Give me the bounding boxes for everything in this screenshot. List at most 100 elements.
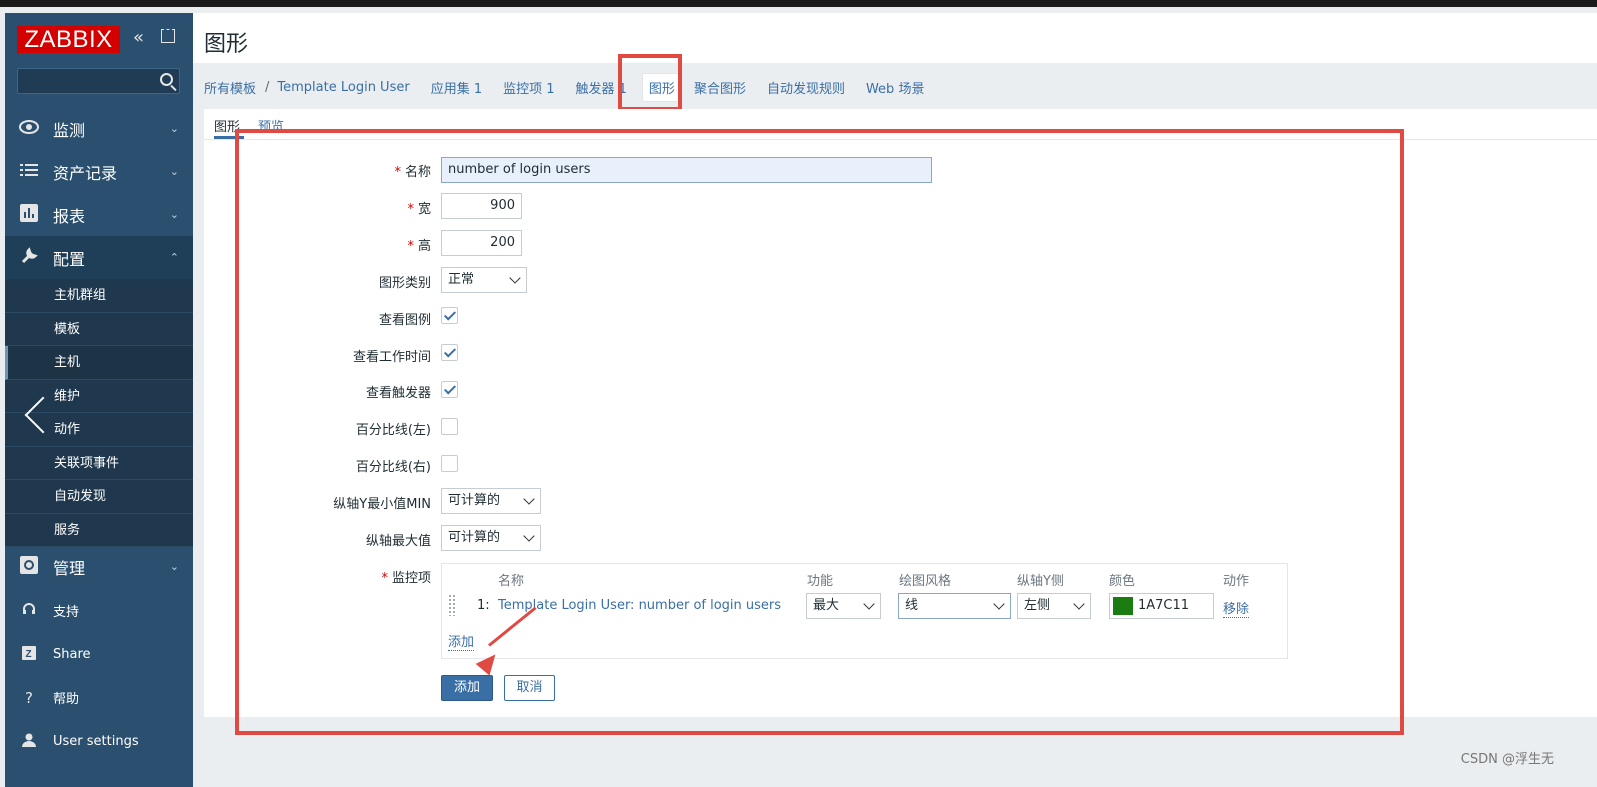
kiosk-mode-icon[interactable] — [161, 29, 175, 43]
col-color: 颜色 — [1109, 574, 1136, 589]
bar-chart-icon — [5, 203, 53, 226]
main-menu: 监测 ⌄ 资产记录 ⌄ 报表 ⌄ 配置 ⌃ 主机群组 模板 主机 维护 动作 关… — [5, 107, 193, 547]
y-min-label: 纵轴Y最小值MIN — [333, 497, 431, 512]
item-name-link[interactable]: Template Login User: number of login use… — [498, 598, 781, 613]
search-input[interactable] — [17, 68, 180, 94]
header-band — [193, 13, 1597, 63]
add-item-link[interactable]: 添加 — [448, 631, 475, 651]
chevron-down-icon: ⌄ — [169, 560, 179, 573]
menu-administration[interactable]: 管理 ⌄ — [5, 544, 193, 589]
color-input[interactable]: 1A7C11 — [1109, 593, 1214, 619]
menu-reports[interactable]: 报表 ⌄ — [5, 193, 193, 236]
row-index: 1: — [477, 598, 490, 613]
menu-user-settings[interactable]: User settings — [5, 720, 193, 764]
wrench-icon — [5, 246, 53, 269]
chevron-down-icon — [523, 530, 535, 542]
breadcrumb-template[interactable]: Template Login User — [277, 80, 409, 95]
chevron-down-icon — [993, 598, 1005, 610]
sidebar: ZABBIX « 监测 ⌄ 资产记录 ⌄ 报表 ⌄ 配置 ⌃ 主机群组 模板 主… — [5, 13, 193, 787]
svg-text:Z: Z — [26, 649, 32, 660]
menu-label: User settings — [53, 733, 139, 749]
lower-menu: 管理 ⌄ 支持 Z Share ? 帮助 User settings — [5, 544, 193, 763]
draw-style-select[interactable]: 线 — [898, 593, 1011, 619]
y-max-select[interactable]: 可计算的 — [441, 525, 541, 551]
graph-type-select[interactable]: 正常 — [441, 267, 527, 293]
chevron-down-icon — [1073, 598, 1085, 610]
menu-label: 帮助 — [53, 692, 80, 708]
col-action: 动作 — [1223, 574, 1250, 589]
percentile-left-checkbox[interactable] — [441, 418, 458, 435]
menu-label: 报表 — [53, 206, 86, 226]
chevron-down-icon — [523, 493, 535, 505]
menu-label: 监测 — [53, 120, 86, 140]
menu-label: 管理 — [53, 558, 86, 578]
menu-support[interactable]: 支持 — [5, 589, 193, 633]
function-select[interactable]: 最大 — [806, 593, 881, 619]
graph-type-label: 图形类别 — [378, 276, 431, 291]
width-input[interactable]: 900 — [441, 193, 522, 219]
eye-icon — [5, 119, 53, 138]
page-title: 图形 — [204, 32, 249, 57]
chevron-down-icon: ⌄ — [169, 208, 179, 221]
breadcrumb-all-templates[interactable]: 所有模板 — [204, 78, 256, 97]
tab-discovery-rules[interactable]: 自动发现规则 — [767, 78, 845, 97]
color-swatch[interactable] — [1113, 597, 1133, 615]
y-min-select[interactable]: 可计算的 — [441, 488, 541, 514]
search-icon[interactable] — [160, 73, 173, 86]
show-working-time-checkbox[interactable] — [441, 344, 458, 361]
cancel-button[interactable]: 取消 — [504, 675, 555, 701]
height-label: * 高 — [407, 239, 431, 254]
menu-monitoring[interactable]: 监测 ⌄ — [5, 107, 193, 150]
width-label: * 宽 — [407, 202, 431, 217]
name-label: * 名称 — [394, 165, 431, 180]
menu-configuration[interactable]: 配置 ⌃ — [5, 236, 193, 279]
tab-applications[interactable]: 应用集 1 — [431, 78, 482, 97]
watermark: CSDN @浮生无 — [1460, 752, 1554, 767]
percentile-right-checkbox[interactable] — [441, 455, 458, 472]
col-function: 功能 — [807, 574, 834, 589]
chevron-down-icon — [863, 598, 875, 610]
drag-handle-icon[interactable] — [448, 594, 456, 616]
submenu-hosts[interactable]: 主机 — [5, 346, 193, 380]
collapse-sidebar-icon[interactable]: « — [133, 27, 144, 48]
show-legend-checkbox[interactable] — [441, 307, 458, 324]
chevron-up-icon: ⌃ — [169, 251, 179, 264]
remove-item-link[interactable]: 移除 — [1223, 598, 1250, 618]
percentile-left-label: 百分比线(左) — [355, 423, 431, 438]
breadcrumb: 所有模板 / Template Login User 应用集 1 监控项 1 触… — [204, 70, 945, 104]
add-button[interactable]: 添加 — [441, 675, 493, 701]
help-icon: ? — [25, 688, 33, 707]
tab-screens[interactable]: 聚合图形 — [694, 78, 746, 97]
menu-help[interactable]: ? 帮助 — [5, 676, 193, 720]
submenu-templates[interactable]: 模板 — [5, 313, 193, 346]
chevron-down-icon — [509, 272, 521, 284]
chevron-down-icon: ⌄ — [169, 165, 179, 178]
gear-icon — [5, 555, 53, 578]
graphs-tab-highlight — [618, 54, 682, 111]
submenu-discovery[interactable]: 自动发现 — [5, 480, 193, 514]
graph-items-table: 名称 功能 绘图风格 纵轴Y侧 颜色 动作 1: Template Login … — [441, 563, 1288, 659]
submenu-services[interactable]: 服务 — [5, 514, 193, 547]
height-input[interactable]: 200 — [441, 230, 522, 256]
menu-inventory[interactable]: 资产记录 ⌄ — [5, 150, 193, 193]
submenu-event-correlation[interactable]: 关联项事件 — [5, 447, 193, 480]
y-axis-side-select[interactable]: 左侧 — [1017, 593, 1091, 619]
menu-label: 配置 — [53, 249, 86, 269]
y-max-label: 纵轴最大值 — [365, 534, 431, 549]
menu-share[interactable]: Z Share — [5, 633, 193, 677]
tab-items[interactable]: 监控项 1 — [503, 78, 554, 97]
zabbix-logo[interactable]: ZABBIX — [17, 26, 120, 53]
menu-label: Share — [53, 646, 91, 662]
name-input[interactable]: number of login users — [441, 157, 932, 183]
chevron-down-icon: ⌄ — [169, 122, 179, 135]
submenu-host-groups[interactable]: 主机群组 — [5, 279, 193, 313]
menu-label: 支持 — [53, 605, 80, 621]
share-icon: Z — [5, 645, 53, 664]
show-triggers-checkbox[interactable] — [441, 381, 458, 398]
tab-web-scenarios[interactable]: Web 场景 — [866, 78, 924, 97]
percentile-right-label: 百分比线(右) — [355, 460, 431, 475]
menu-label: 资产记录 — [53, 163, 118, 183]
col-draw-style: 绘图风格 — [899, 574, 952, 589]
show-working-time-label: 查看工作时间 — [352, 350, 431, 365]
breadcrumb-separator: / — [265, 79, 270, 95]
